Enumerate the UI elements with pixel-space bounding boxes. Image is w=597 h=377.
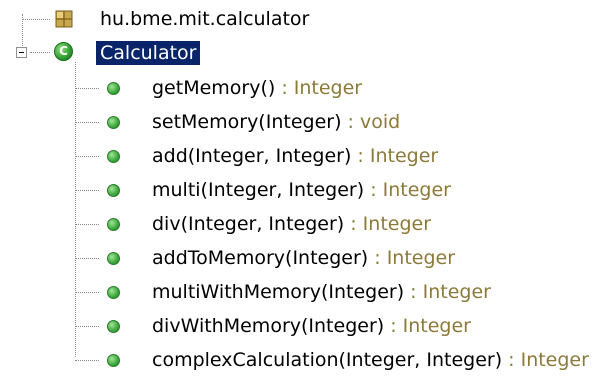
- method-signature: multiWithMemory(Integer): [152, 281, 405, 303]
- tree-item-method[interactable]: multiWithMemory(Integer) : Integer: [0, 275, 597, 309]
- method-label: add(Integer, Integer) : Integer: [152, 144, 438, 168]
- method-label: setMemory(Integer) : void: [152, 110, 400, 134]
- method-return-type: : Integer: [502, 349, 589, 371]
- public-method-icon: [107, 116, 120, 129]
- public-method-icon: [107, 354, 120, 367]
- method-signature: complexCalculation(Integer, Integer): [152, 349, 503, 371]
- tree-connector-method: [75, 326, 99, 327]
- public-method-icon: [107, 252, 120, 265]
- tree-item-method[interactable]: complexCalculation(Integer, Integer) : I…: [0, 343, 597, 377]
- tree-connector-method: [75, 258, 99, 259]
- method-label: divWithMemory(Integer) : Integer: [152, 314, 471, 338]
- tree-connector-method: [75, 360, 99, 361]
- tree-item-method[interactable]: addToMemory(Integer) : Integer: [0, 241, 597, 275]
- package-icon: [55, 10, 73, 28]
- tree-connector-method: [75, 88, 99, 89]
- public-method-icon: [107, 184, 120, 197]
- tree-item-package[interactable]: hu.bme.mit.calculator: [0, 2, 597, 36]
- method-return-type: : Integer: [404, 281, 491, 303]
- tree-item-method[interactable]: add(Integer, Integer) : Integer: [0, 139, 597, 173]
- method-signature: multi(Integer, Integer): [152, 179, 365, 201]
- public-method-icon: [107, 82, 120, 95]
- method-label: complexCalculation(Integer, Integer) : I…: [152, 348, 589, 372]
- method-signature: div(Integer, Integer): [152, 213, 345, 235]
- method-signature: add(Integer, Integer): [152, 145, 352, 167]
- method-return-type: : Integer: [344, 213, 432, 235]
- tree-connector-method: [75, 224, 99, 225]
- method-label: div(Integer, Integer) : Integer: [152, 212, 431, 236]
- method-return-type: : Integer: [351, 145, 439, 167]
- tree-connector-method: [75, 122, 99, 123]
- tree-connector-method: [75, 156, 99, 157]
- method-return-type: : void: [341, 111, 401, 133]
- public-method-icon: [107, 218, 120, 231]
- method-signature: getMemory(): [152, 77, 276, 99]
- method-return-type: : Integer: [368, 247, 456, 269]
- tree-connector-method: [75, 190, 99, 191]
- public-method-icon: [107, 320, 120, 333]
- tree-item-method[interactable]: getMemory() : Integer: [0, 71, 597, 105]
- collapse-toggle-icon[interactable]: [16, 47, 27, 58]
- method-signature: addToMemory(Integer): [152, 247, 369, 269]
- tree-item-method[interactable]: setMemory(Integer) : void: [0, 105, 597, 139]
- public-method-icon: [107, 150, 120, 163]
- method-signature: setMemory(Integer): [152, 111, 342, 133]
- tree-item-method[interactable]: multi(Integer, Integer) : Integer: [0, 173, 597, 207]
- method-return-type: : Integer: [275, 77, 363, 99]
- tree-connector-method: [75, 292, 99, 293]
- method-return-type: : Integer: [384, 315, 471, 337]
- tree-item-method[interactable]: div(Integer, Integer) : Integer: [0, 207, 597, 241]
- method-label: multiWithMemory(Integer) : Integer: [152, 280, 491, 304]
- tree-item-method[interactable]: divWithMemory(Integer) : Integer: [0, 309, 597, 343]
- package-label: hu.bme.mit.calculator: [100, 8, 310, 30]
- method-signature: divWithMemory(Integer): [152, 315, 385, 337]
- public-method-icon: [107, 286, 120, 299]
- class-icon: C: [54, 42, 73, 61]
- method-return-type: : Integer: [364, 179, 451, 201]
- method-label: addToMemory(Integer) : Integer: [152, 246, 455, 270]
- method-label: getMemory() : Integer: [152, 76, 362, 100]
- method-label: multi(Integer, Integer) : Integer: [152, 178, 451, 202]
- class-label: Calculator: [96, 41, 201, 65]
- tree-item-class[interactable]: C Calculator: [0, 36, 597, 70]
